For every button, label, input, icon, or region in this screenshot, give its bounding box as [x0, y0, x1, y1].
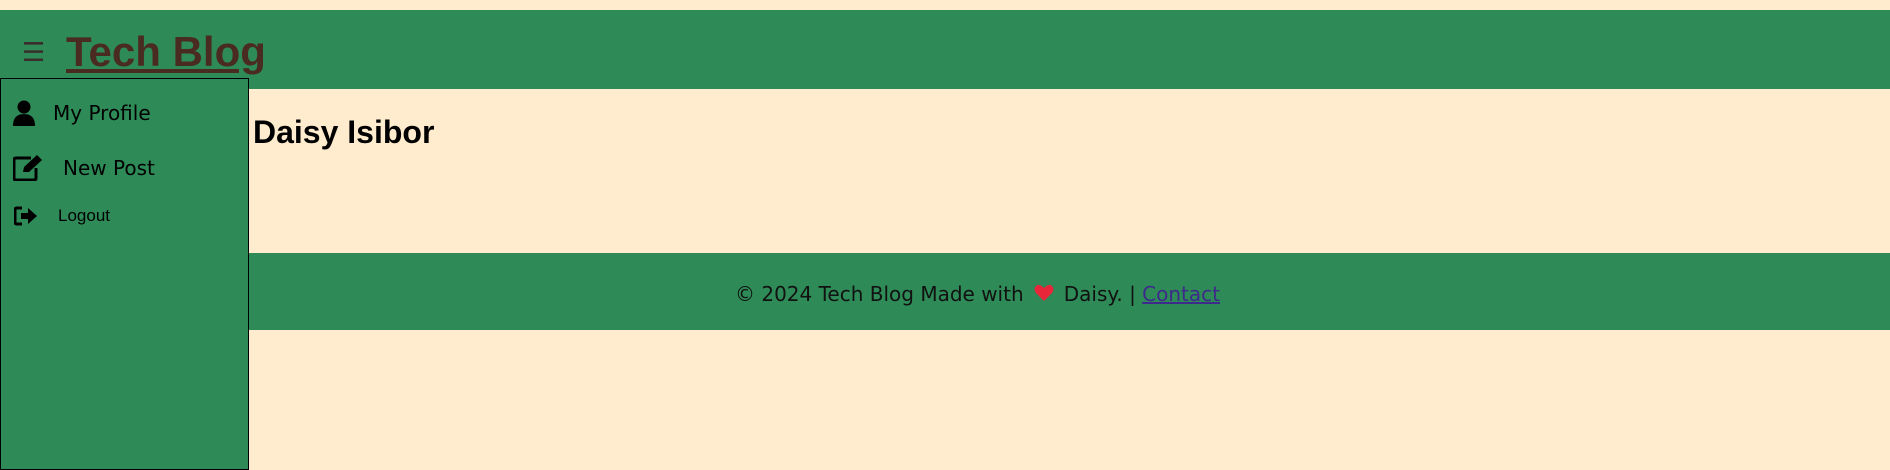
page: ☰ Tech Blog My Profile New Post Logout D…	[0, 0, 1890, 470]
sidebar-item-new-post[interactable]: New Post	[13, 155, 155, 181]
logout-icon	[14, 206, 38, 226]
footer-prefix: © 2024 Tech Blog Made with	[735, 282, 1024, 306]
footer-suffix: Daisy. |	[1063, 282, 1136, 306]
sidebar-item-label: New Post	[63, 156, 155, 180]
edit-icon	[13, 155, 43, 181]
top-navbar: ☰	[0, 10, 1890, 89]
heart-icon	[1034, 284, 1060, 307]
footer-text: © 2024 Tech Blog Made with Daisy. | Cont…	[735, 282, 1220, 307]
sidebar-item-label: Logout	[58, 206, 110, 225]
sidebar-item-logout[interactable]: Logout	[14, 206, 110, 226]
page-title: Daisy Isibor	[253, 114, 435, 150]
user-icon	[13, 100, 35, 126]
sidebar-menu	[0, 78, 249, 470]
sidebar-item-my-profile[interactable]: My Profile	[13, 100, 151, 126]
site-title-link[interactable]: Tech Blog	[66, 28, 266, 76]
contact-link[interactable]: Contact	[1142, 282, 1220, 306]
sidebar-item-label: My Profile	[53, 101, 151, 125]
hamburger-icon[interactable]: ☰	[22, 40, 45, 66]
